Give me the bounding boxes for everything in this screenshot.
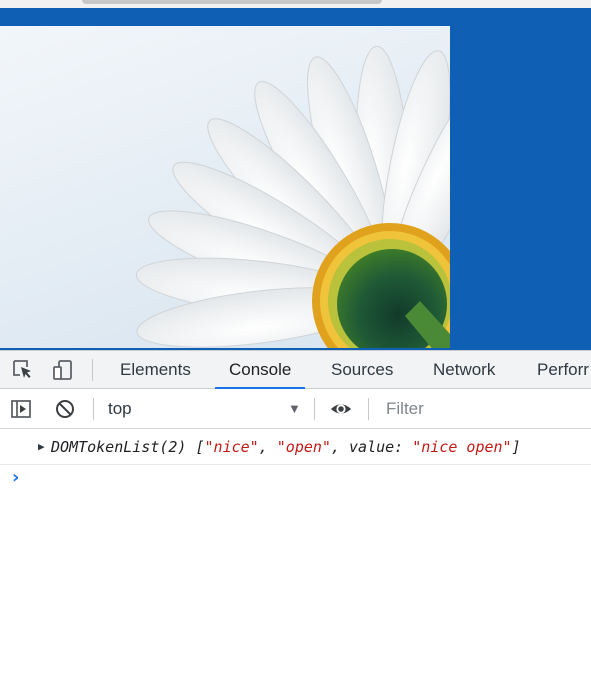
browser-chrome-sliver [0,0,591,8]
clear-console-icon[interactable] [54,398,76,420]
console-output: ▶ DOMTokenList(2) ["nice", "open", value… [0,429,591,676]
log-close-bracket: ] [511,438,521,456]
tab-elements[interactable]: Elements [120,351,191,389]
console-log-entry[interactable]: ▶ DOMTokenList(2) ["nice", "open", value… [0,429,591,465]
log-separator: , [330,438,350,456]
devtools-panel: Elements Console Sources Network Perforr… [0,350,591,676]
inspect-icon[interactable] [12,359,34,381]
tab-network[interactable]: Network [433,351,495,389]
expand-triangle-icon[interactable]: ▶ [38,429,45,465]
webpage-viewport [0,0,591,350]
log-value-key: value: [349,438,413,456]
address-bar-sliver [82,0,382,4]
toolbar-divider [93,398,94,420]
toolbar-divider [314,398,315,420]
sidebar-toggle-icon[interactable] [10,398,32,420]
devtools-tabbar: Elements Console Sources Network Perforr [0,350,591,389]
console-toolbar: top ▼ [0,389,591,429]
tab-console[interactable]: Console [214,351,306,389]
hero-image-daisy [0,26,450,348]
toolbar-divider [368,398,369,420]
log-type-name: DOMTokenList(2) [51,438,187,456]
log-value: "nice open" [412,438,512,456]
daisy-illustration [135,45,450,348]
log-item-1: "nice" [204,438,259,456]
device-toolbar-icon[interactable] [52,359,74,381]
log-separator: , [258,438,277,456]
tabbar-divider [92,359,93,381]
log-open-bracket: [ [195,438,205,456]
log-item-2: "open" [276,438,331,456]
prompt-caret-icon: › [12,467,20,488]
tab-performance[interactable]: Perforr [537,351,589,389]
log-text: DOMTokenList(2) ["nice", "open", value: … [51,429,521,465]
filter-input[interactable] [378,395,591,423]
context-selector[interactable]: top [108,389,132,429]
tab-sources[interactable]: Sources [331,351,393,389]
eye-icon[interactable] [330,398,352,420]
console-prompt[interactable]: › [0,465,591,495]
dropdown-arrow-icon[interactable]: ▼ [288,389,301,429]
